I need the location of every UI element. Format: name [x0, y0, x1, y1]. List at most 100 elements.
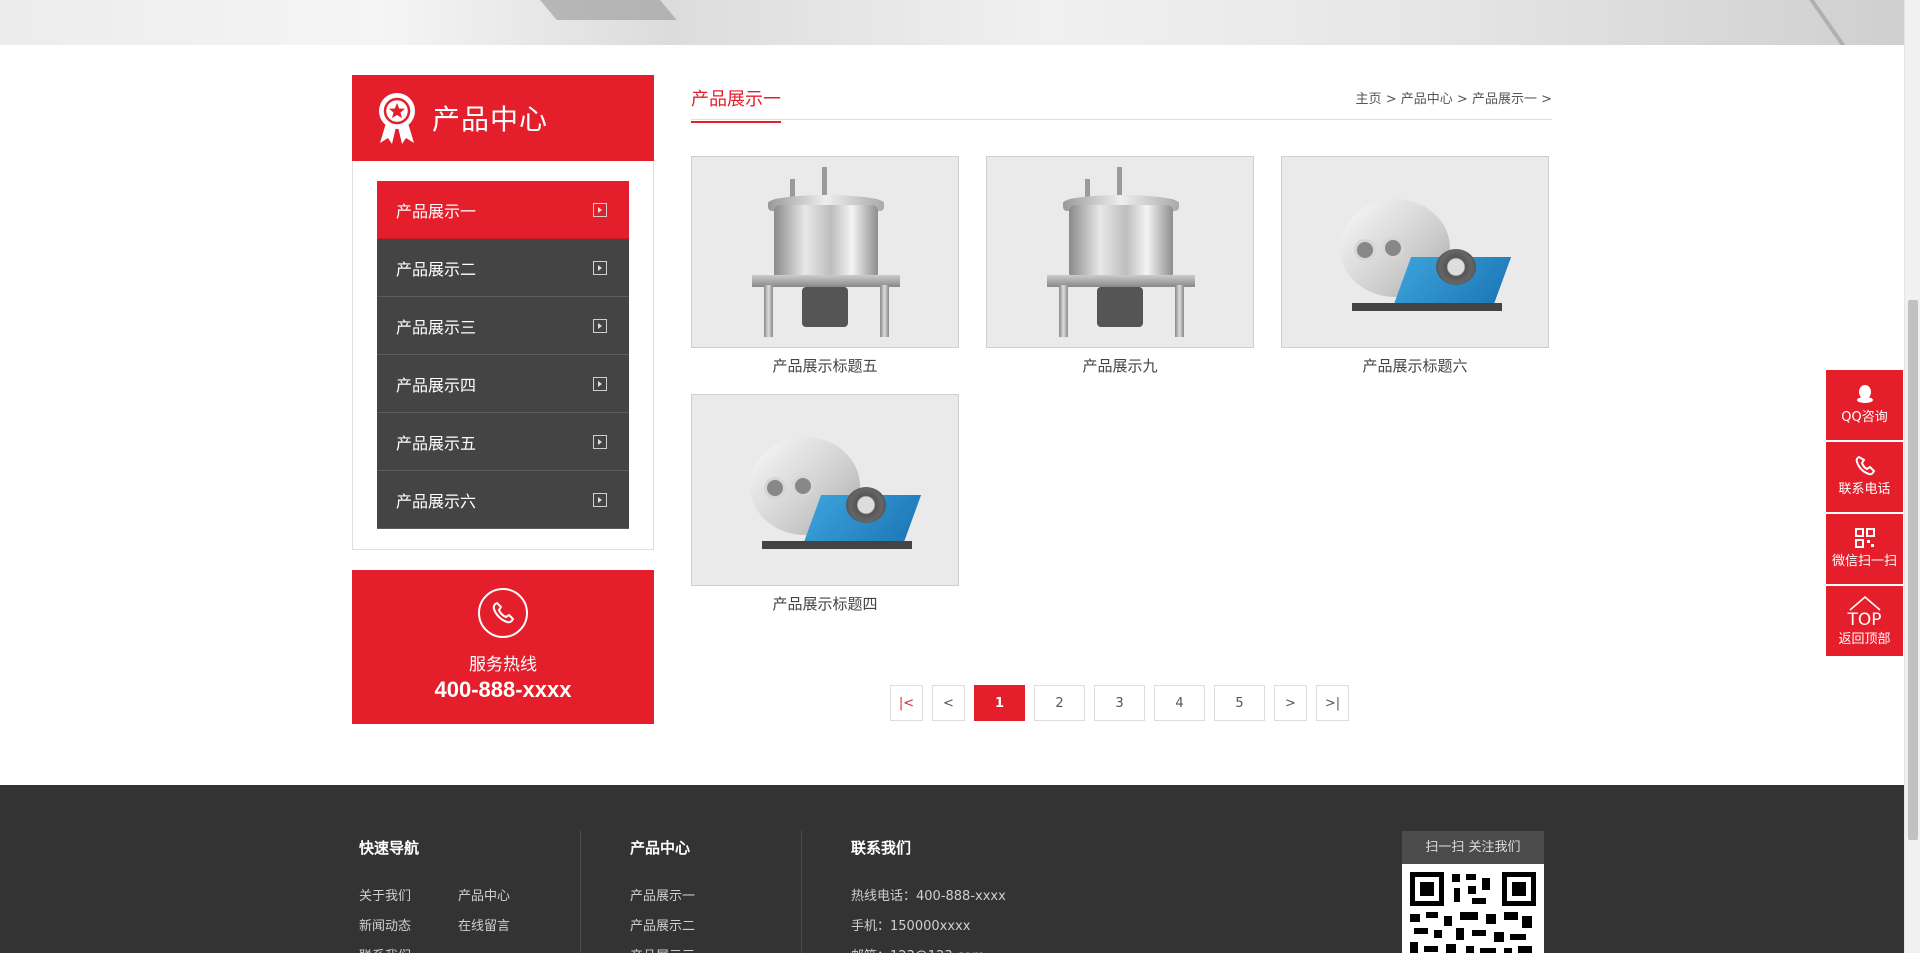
machine-part — [1382, 237, 1404, 259]
breadcrumb-current[interactable]: 产品展示一 — [1472, 92, 1537, 107]
machine-part — [1059, 285, 1068, 337]
footer-divider — [580, 830, 581, 953]
sidebar-item-label: 产品展示四 — [396, 375, 477, 395]
sidebar-item-label: 产品展示三 — [396, 317, 477, 337]
footer-quick-nav: 快速导航 关于我们产品中心 新闻动态在线留言 联系我们 — [359, 837, 510, 953]
last-page-button[interactable]: >| — [1316, 685, 1349, 721]
breadcrumb-separator: > — [1385, 92, 1397, 107]
product-caption[interactable]: 产品展示九 — [986, 355, 1254, 376]
pagination: |< < 1 2 3 4 5 > >| — [890, 685, 1358, 721]
product-card[interactable]: 产品展示标题五 — [691, 156, 959, 376]
product-caption[interactable]: 产品展示标题五 — [691, 355, 959, 376]
machine-part — [1069, 205, 1173, 279]
footer-link[interactable]: 产品中心 — [458, 882, 510, 912]
footer-link[interactable]: 关于我们 — [359, 882, 458, 912]
machine-part — [774, 205, 878, 279]
category-title: 产品展示一 — [691, 85, 781, 123]
page-button-3[interactable]: 3 — [1094, 685, 1145, 721]
product-card[interactable]: 产品展示九 — [986, 156, 1254, 376]
machine-part — [752, 275, 900, 287]
scrollbar-thumb[interactable] — [1908, 300, 1918, 840]
arrow-right-icon — [593, 202, 607, 217]
product-grid: 产品展示标题五 产品展示九 产品展示标题六 产品展示标题四 — [691, 156, 1552, 626]
machine-part — [1436, 249, 1476, 285]
breadcrumb-home[interactable]: 主页 — [1356, 92, 1382, 107]
arrow-right-icon — [593, 434, 607, 449]
sidebar-item-label: 产品展示一 — [396, 201, 477, 221]
hotline-number: 400-888-xxxx — [434, 677, 572, 702]
product-image[interactable] — [986, 156, 1254, 348]
footer-link[interactable]: 联系我们 — [359, 942, 411, 953]
product-image[interactable] — [1281, 156, 1549, 348]
sidebar-item-label: 产品展示六 — [396, 491, 477, 511]
phone-label: 联系电话 — [1838, 482, 1891, 497]
wechat-label: 微信扫一扫 — [1831, 554, 1897, 569]
footer-heading: 快速导航 — [359, 839, 420, 857]
footer-link[interactable]: 产品展示一 — [630, 882, 695, 912]
sidebar-item-product-2[interactable]: 产品展示二 — [377, 239, 629, 297]
footer-qr: 扫一扫 关注我们 — [1402, 831, 1544, 953]
qq-label: QQ咨询 — [1841, 410, 1888, 425]
wechat-scan-button[interactable]: 微信扫一扫 — [1826, 514, 1903, 584]
contact-phone-button[interactable]: 联系电话 — [1826, 442, 1903, 512]
footer-link[interactable]: 产品展示二 — [630, 912, 695, 942]
breadcrumb-separator: > — [1541, 92, 1552, 107]
arrow-right-icon — [593, 318, 607, 333]
footer-link[interactable]: 产品展示三 — [630, 942, 695, 953]
page-button-1[interactable]: 1 — [974, 685, 1025, 721]
phone-icon — [1826, 454, 1903, 478]
first-page-button[interactable]: |< — [890, 685, 923, 721]
phone-icon — [478, 588, 528, 638]
arrow-right-icon — [593, 492, 607, 507]
footer: 快速导航 关于我们产品中心 新闻动态在线留言 联系我们 产品中心 产品展示一 产… — [0, 785, 1904, 953]
breadcrumb-product-center[interactable]: 产品中心 — [1401, 92, 1453, 107]
sidebar-item-product-1[interactable]: 产品展示一 — [377, 181, 629, 239]
next-page-button[interactable]: > — [1274, 685, 1307, 721]
sidebar-item-label: 产品展示五 — [396, 433, 477, 453]
content-header: 产品展示一 主页 > 产品中心 > 产品展示一 > — [691, 75, 1552, 123]
machine-part — [846, 487, 886, 523]
banner-decoration — [523, 0, 677, 20]
qrcode-icon — [1826, 526, 1903, 550]
prev-page-button[interactable]: < — [932, 685, 965, 721]
sidebar-menu: 产品展示一 产品展示二 产品展示三 产品展示四 产品展示五 产品展示六 — [352, 161, 654, 550]
page-button-5[interactable]: 5 — [1214, 685, 1265, 721]
product-image[interactable] — [691, 394, 959, 586]
machine-part — [1175, 285, 1184, 337]
product-card[interactable]: 产品展示标题六 — [1281, 156, 1549, 376]
sidebar-item-product-3[interactable]: 产品展示三 — [377, 297, 629, 355]
hotline-box: 服务热线 400-888-xxxx — [352, 570, 654, 724]
qq-consult-button[interactable]: QQ咨询 — [1826, 370, 1903, 440]
qq-icon — [1826, 382, 1903, 406]
sidebar-item-product-6[interactable]: 产品展示六 — [377, 471, 629, 529]
sidebar-item-product-4[interactable]: 产品展示四 — [377, 355, 629, 413]
footer-mobile: 手机：150000xxxx — [851, 919, 971, 934]
product-card[interactable]: 产品展示标题四 — [691, 394, 959, 614]
page-scrollbar[interactable] — [1904, 0, 1920, 953]
medal-icon — [379, 93, 415, 144]
page-button-2[interactable]: 2 — [1034, 685, 1085, 721]
footer-link[interactable]: 新闻动态 — [359, 912, 458, 942]
footer-email: 邮箱：123@123.com — [851, 942, 985, 953]
machine-part — [880, 285, 889, 337]
page-button-4[interactable]: 4 — [1154, 685, 1205, 721]
sidebar-item-product-5[interactable]: 产品展示五 — [377, 413, 629, 471]
footer-heading: 联系我们 — [851, 839, 912, 857]
machine-part — [764, 285, 773, 337]
sidebar-title: 产品中心 — [432, 103, 549, 136]
qr-code-image — [1402, 864, 1544, 953]
machine-part — [764, 477, 786, 499]
breadcrumb: 主页 > 产品中心 > 产品展示一 > — [1356, 88, 1552, 107]
product-image[interactable] — [691, 156, 959, 348]
back-to-top-button[interactable]: TOP 返回顶部 — [1826, 586, 1903, 656]
machine-part — [792, 475, 814, 497]
top-label: TOP — [1847, 610, 1882, 630]
main-content: 产品展示一 主页 > 产品中心 > 产品展示一 > 产品展示标题五 产品展示九 … — [691, 75, 1552, 626]
machine-part — [762, 541, 912, 549]
machine-part — [1047, 275, 1195, 287]
product-caption[interactable]: 产品展示标题六 — [1281, 355, 1549, 376]
sidebar-header: 产品中心 — [352, 75, 654, 161]
footer-link[interactable]: 在线留言 — [458, 912, 510, 942]
top-banner — [0, 0, 1904, 45]
product-caption[interactable]: 产品展示标题四 — [691, 593, 959, 614]
